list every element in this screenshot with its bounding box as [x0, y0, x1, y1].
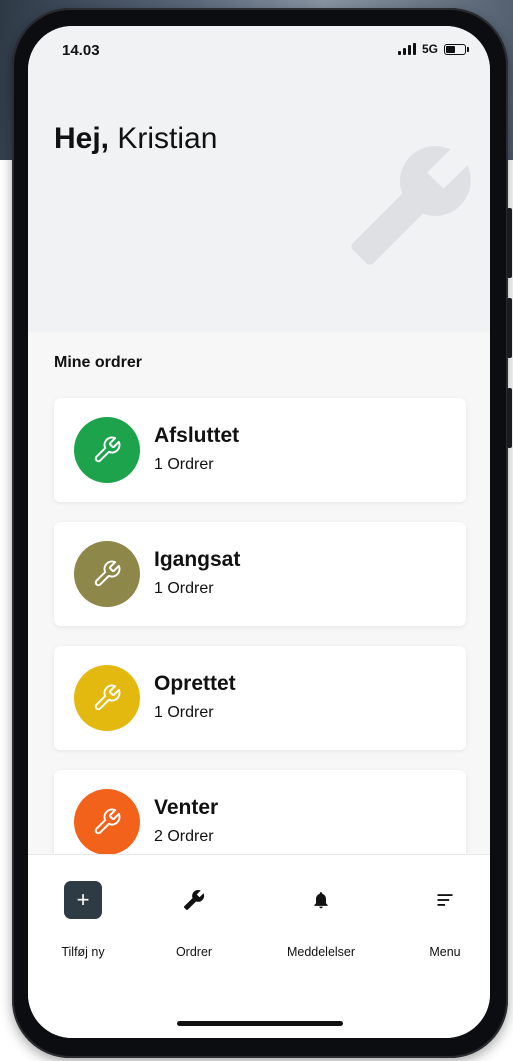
status-circle: [74, 789, 140, 855]
status-circle: [74, 417, 140, 483]
network-label: 5G: [421, 42, 438, 56]
signal-icon: [397, 43, 416, 55]
greeting: Hej, Kristian: [54, 122, 217, 156]
order-count: 1 Ordrer: [154, 704, 214, 721]
order-title: Afsluttet: [154, 424, 240, 447]
greeting-name: Kristian: [117, 122, 218, 155]
nav-label: Tilføj ny: [61, 945, 105, 959]
status-time: 14.03: [62, 42, 100, 59]
status-circle: [74, 541, 140, 607]
app-screen: 14.03 5G Hej, Kristian Mine ordrer Afslu…: [28, 26, 490, 1038]
status-indicators: 5G: [397, 42, 469, 56]
nav-notifications[interactable]: Meddelelser: [266, 879, 376, 959]
nav-orders[interactable]: Ordrer: [139, 879, 249, 959]
status-circle: [74, 665, 140, 731]
order-count: 1 Ordrer: [154, 580, 214, 597]
wrench-icon: [351, 145, 471, 265]
order-title: Venter: [154, 796, 219, 819]
wrench-icon: [94, 808, 121, 835]
phone-side-button: [507, 208, 512, 278]
orders-list: Afsluttet 1 Ordrer Igangsat 1 Ordrer Opr…: [54, 398, 466, 894]
wrench-icon: [94, 560, 121, 587]
order-count: 2 Ordrer: [154, 828, 214, 845]
nav-add-new[interactable]: + Tilføj ny: [28, 879, 138, 959]
nav-label: Ordrer: [175, 945, 213, 959]
phone-side-button: [507, 298, 512, 358]
nav-label: Meddelelser: [286, 945, 356, 959]
order-title: Igangsat: [154, 548, 241, 571]
header-area: 14.03 5G Hej, Kristian: [28, 26, 490, 332]
bottom-nav: + Tilføj ny Ordrer Meddelelser Menu: [28, 854, 490, 1038]
plus-icon: +: [64, 881, 102, 919]
section-title: Mine ordrer: [54, 354, 143, 371]
nav-label: Menu: [429, 945, 461, 959]
menu-lines-icon: [437, 894, 453, 906]
wrench-icon: [183, 890, 205, 911]
phone-side-button: [507, 388, 512, 448]
home-indicator: [177, 1021, 343, 1026]
order-count: 1 Ordrer: [154, 456, 214, 473]
order-card-afsluttet[interactable]: Afsluttet 1 Ordrer: [54, 398, 466, 502]
greeting-hello: Hej,: [54, 122, 110, 155]
order-title: Oprettet: [154, 672, 236, 695]
wrench-icon: [94, 684, 121, 711]
wrench-icon: [94, 436, 121, 463]
bell-icon: [314, 892, 328, 909]
battery-icon: [444, 43, 469, 55]
order-card-oprettet[interactable]: Oprettet 1 Ordrer: [54, 646, 466, 750]
nav-menu[interactable]: Menu: [390, 879, 490, 959]
order-card-igangsat[interactable]: Igangsat 1 Ordrer: [54, 522, 466, 626]
